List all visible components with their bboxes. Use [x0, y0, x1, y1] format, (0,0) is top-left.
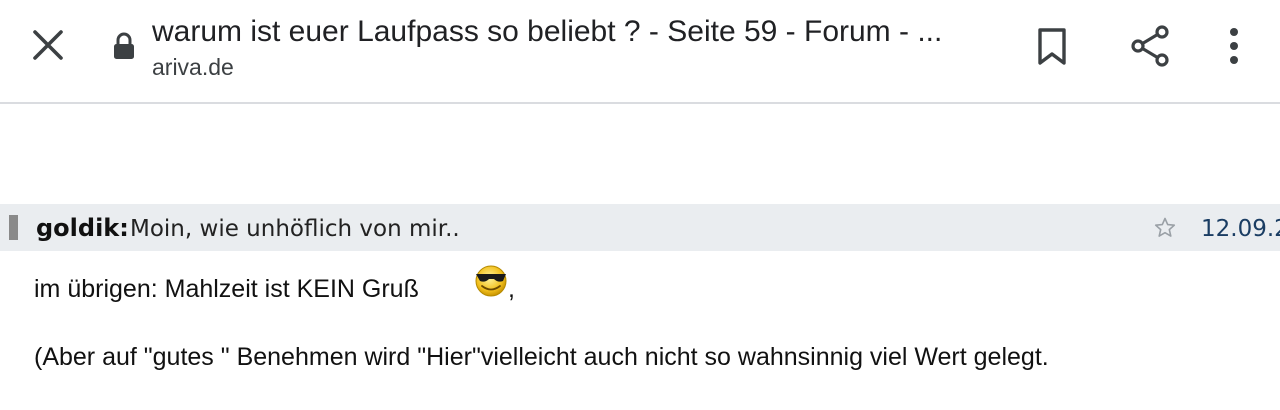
- more-vert-icon[interactable]: [1212, 24, 1256, 68]
- post-title: Moin, wie unhöflich von mir..: [130, 216, 460, 242]
- page-info[interactable]: warum ist euer Laufpass so beliebt ? - S…: [152, 12, 992, 82]
- post-author[interactable]: goldik:: [36, 213, 129, 243]
- share-icon[interactable]: [1126, 22, 1174, 70]
- cool-smiley-icon: [472, 262, 512, 298]
- star-outline-icon[interactable]: [1153, 216, 1177, 240]
- page-title: warum ist euer Laufpass so beliebt ? - S…: [152, 15, 943, 48]
- post-body-line: (Aber auf "gutes " Benehmen wird "Hier"v…: [34, 343, 1049, 371]
- browser-toolbar: warum ist euer Laufpass so beliebt ? - S…: [0, 0, 1280, 104]
- post-body-line: im übrigen: Mahlzeit ist KEIN Gruß: [34, 275, 419, 303]
- lock-icon: [110, 30, 138, 62]
- post-body-comma: ,: [508, 275, 515, 303]
- post-marker: [9, 215, 18, 240]
- close-icon[interactable]: [26, 23, 70, 67]
- bookmark-icon[interactable]: [1030, 24, 1074, 68]
- page-domain: ariva.de: [152, 54, 234, 80]
- post-date: 12.09.2: [1201, 216, 1280, 242]
- post-header: goldik: Moin, wie unhöflich von mir.. 12…: [0, 204, 1280, 251]
